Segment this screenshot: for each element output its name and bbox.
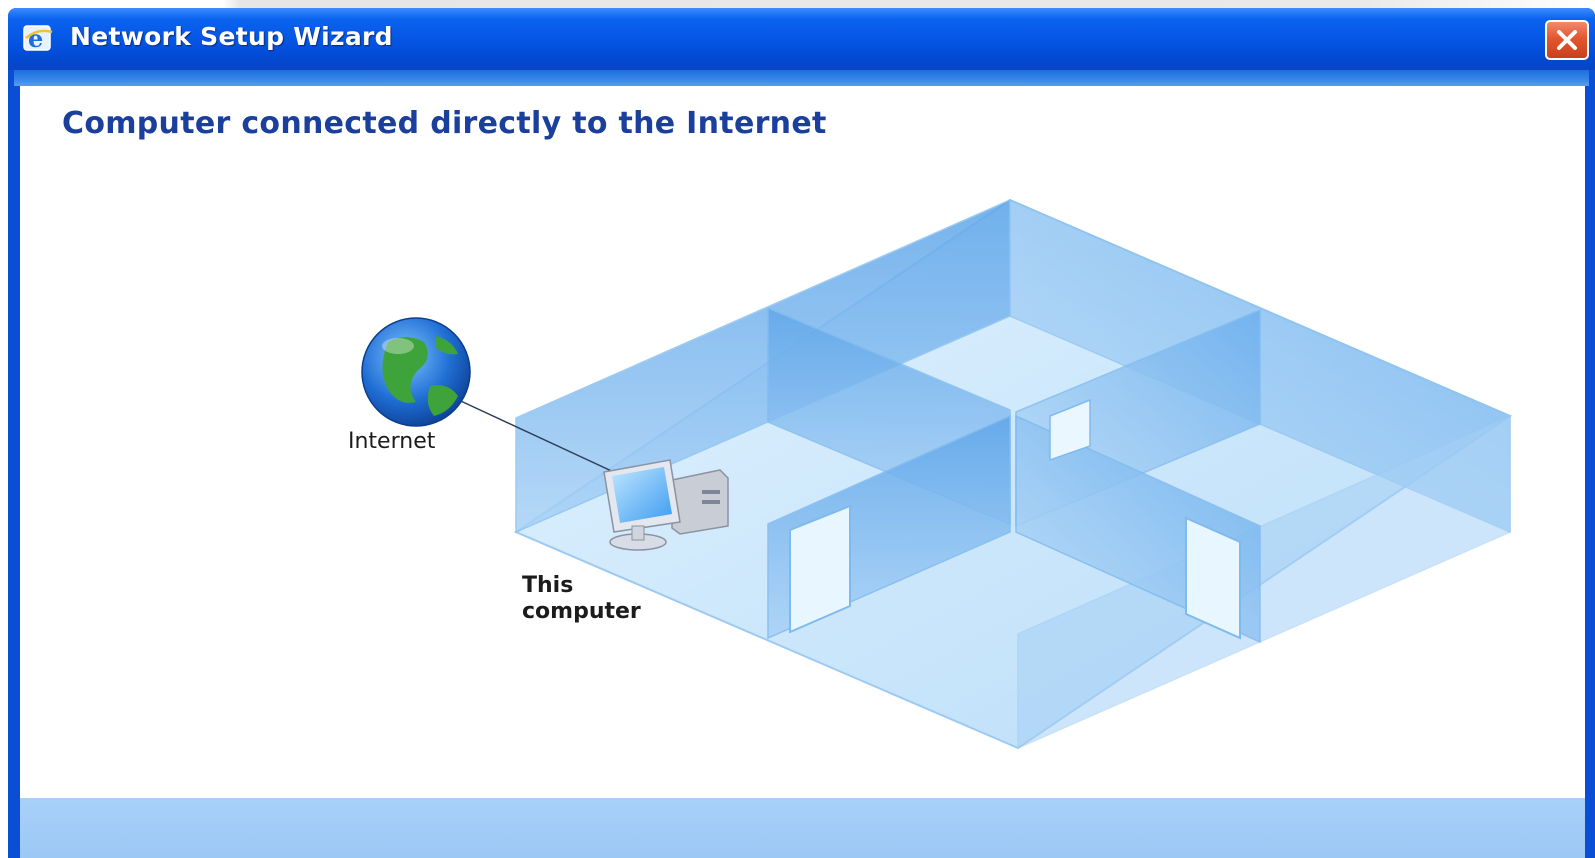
close-icon <box>1557 30 1577 50</box>
this-computer-label-line1: This <box>522 573 573 598</box>
title-underline-band <box>14 70 1589 86</box>
internet-explorer-icon: e <box>22 24 56 54</box>
title-bar[interactable]: e Network Setup Wizard <box>8 8 1595 70</box>
this-computer-label-line2: computer <box>522 599 641 624</box>
wizard-footer-bar <box>20 798 1585 858</box>
svg-text:e: e <box>28 24 43 53</box>
close-button[interactable] <box>1545 20 1589 60</box>
globe-icon <box>361 317 471 427</box>
window-title: Network Setup Wizard <box>70 22 393 51</box>
wizard-content: Computer connected directly to the Inter… <box>20 86 1585 858</box>
wizard-window: e Network Setup Wizard Computer connecte… <box>8 8 1595 858</box>
internet-label: Internet <box>348 429 436 454</box>
network-diagram: Internet This computer <box>348 198 1513 750</box>
